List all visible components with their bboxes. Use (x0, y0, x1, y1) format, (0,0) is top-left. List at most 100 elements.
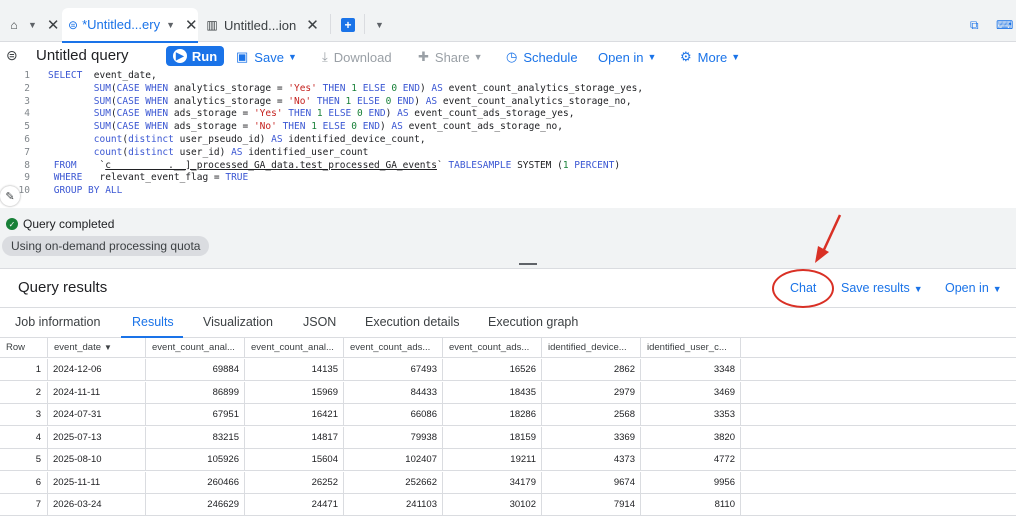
tab-job-information[interactable]: Job information (15, 315, 100, 329)
close-icon[interactable]: ✕ (306, 16, 319, 34)
table-cell[interactable]: 2862 (542, 359, 641, 381)
table-cell[interactable]: 15604 (245, 449, 344, 471)
table-cell[interactable]: 83215 (146, 426, 245, 449)
table-cell[interactable]: 2568 (542, 404, 641, 426)
table-cell[interactable]: 14135 (245, 359, 344, 381)
save-button[interactable]: ▣ Save ▼ (236, 47, 297, 67)
table-cell[interactable]: 2026-03-24 (48, 494, 146, 516)
column-header[interactable]: Row (0, 338, 48, 358)
table-cell[interactable]: 2979 (542, 381, 641, 404)
table-cell[interactable]: 3353 (641, 404, 741, 426)
page-title[interactable]: Untitled query (36, 47, 129, 64)
column-header[interactable]: event_count_ads... (443, 338, 542, 358)
table-cell[interactable]: 241103 (344, 494, 443, 516)
table-cell[interactable]: 15969 (245, 381, 344, 404)
column-header[interactable]: event_count_anal... (245, 338, 344, 358)
table-cell[interactable]: 67493 (344, 359, 443, 381)
table-cell[interactable]: 8110 (641, 494, 741, 516)
share-button[interactable]: ✚ Share ▼ (418, 47, 483, 67)
tab-execution-details[interactable]: Execution details (365, 315, 460, 329)
tab-untitled-query[interactable]: ⊜ *Untitled...ery ▼ ✕ (62, 8, 198, 43)
row-number-cell[interactable]: 6 (0, 471, 48, 494)
tab-menu-button[interactable]: ▼ (375, 8, 384, 42)
table-cell[interactable]: 19211 (443, 449, 542, 471)
save-results-button[interactable]: Save results ▼ (841, 281, 923, 295)
table-cell[interactable]: 3348 (641, 359, 741, 381)
drag-handle[interactable] (519, 263, 537, 265)
table-cell[interactable]: 9956 (641, 471, 741, 494)
table-cell[interactable]: 69884 (146, 359, 245, 381)
column-header[interactable]: identified_device... (542, 338, 641, 358)
table-cell[interactable]: 2025-08-10 (48, 449, 146, 471)
download-button[interactable]: ⤓ Download (322, 47, 392, 67)
table-cell[interactable]: 16526 (443, 359, 542, 381)
table-cell[interactable]: 66086 (344, 404, 443, 426)
line-number: 4 (24, 108, 30, 120)
table-cell[interactable]: 2024-11-11 (48, 381, 146, 404)
table-cell[interactable]: 18435 (443, 381, 542, 404)
table-cell[interactable]: 105926 (146, 449, 245, 471)
row-number-cell[interactable]: 1 (0, 359, 48, 381)
tab-execution-graph[interactable]: Execution graph (488, 315, 578, 329)
table-cell[interactable]: 3469 (641, 381, 741, 404)
table-cell[interactable]: 2025-11-11 (48, 471, 146, 494)
table-cell[interactable]: 79938 (344, 426, 443, 449)
new-tab-button[interactable]: + (341, 8, 355, 42)
column-header[interactable]: event_date ▼ (48, 338, 146, 358)
chevron-down-icon[interactable]: ▼ (166, 20, 175, 30)
table-cell[interactable]: 24471 (245, 494, 344, 516)
table-cell[interactable]: 67951 (146, 404, 245, 426)
keyboard-icon-button[interactable]: ⌨ (996, 8, 1013, 42)
row-number-cell[interactable]: 3 (0, 404, 48, 426)
tab-untitled-session[interactable]: ▥ Untitled...ion ✕ (204, 8, 324, 42)
table-cell[interactable]: 26252 (245, 471, 344, 494)
pen-icon[interactable]: ✎ (0, 186, 20, 206)
table-cell[interactable]: 260466 (146, 471, 245, 494)
more-button[interactable]: ⚙ More ▼ (680, 47, 740, 67)
table-cell[interactable]: 102407 (344, 449, 443, 471)
table-cell[interactable]: 3820 (641, 426, 741, 449)
results-open-in-button[interactable]: Open in ▼ (945, 281, 1002, 295)
table-header: Row event_date ▼ event_count_anal... even… (0, 338, 1016, 358)
run-button[interactable]: ▶ Run (166, 46, 224, 66)
tab-json[interactable]: JSON (303, 315, 336, 329)
tab-home[interactable]: ⌂ ▼ ✕ (6, 8, 60, 42)
table-cell[interactable]: 7914 (542, 494, 641, 516)
column-header[interactable]: identified_user_c... (641, 338, 741, 358)
table-cell[interactable]: 14817 (245, 426, 344, 449)
row-number-cell[interactable]: 2 (0, 381, 48, 404)
table-cell[interactable]: 18159 (443, 426, 542, 449)
table-cell[interactable]: 246629 (146, 494, 245, 516)
sql-editor[interactable]: 1 2 3 4 5 6 7 8 9 10 SELECT event_date, … (0, 70, 1016, 208)
tab-visualization[interactable]: Visualization (203, 315, 273, 329)
table-cell[interactable]: 86899 (146, 381, 245, 404)
table-cell[interactable]: 4772 (641, 449, 741, 471)
open-in-button[interactable]: Open in ▼ (598, 47, 656, 67)
close-icon[interactable]: ✕ (185, 16, 198, 34)
row-number-cell[interactable]: 7 (0, 494, 48, 516)
table-cell[interactable]: 2024-12-06 (48, 359, 146, 381)
schedule-button[interactable]: ◷ Schedule (506, 47, 578, 67)
table-cell[interactable]: 34179 (443, 471, 542, 494)
row-number-cell[interactable]: 5 (0, 449, 48, 471)
column-header[interactable]: event_count_anal... (146, 338, 245, 358)
table-cell[interactable]: 4373 (542, 449, 641, 471)
tab-results[interactable]: Results (132, 315, 174, 329)
table-cell[interactable]: 84433 (344, 381, 443, 404)
save-results-label: Save results (841, 281, 910, 295)
table-cell[interactable]: 18286 (443, 404, 542, 426)
table-cell[interactable]: 2024-07-31 (48, 404, 146, 426)
panel-icon-button[interactable]: ⧉ (970, 8, 979, 42)
table-cell[interactable]: 30102 (443, 494, 542, 516)
table-cell[interactable]: 9674 (542, 471, 641, 494)
table-cell[interactable]: 252662 (344, 471, 443, 494)
close-icon[interactable]: ✕ (47, 16, 60, 34)
row-number-cell[interactable]: 4 (0, 426, 48, 449)
chevron-down-icon[interactable]: ▼ (28, 20, 37, 30)
table-cell[interactable]: 16421 (245, 404, 344, 426)
results-header: Query results Chat Save results ▼ Open in… (0, 268, 1016, 308)
column-header[interactable]: event_count_ads... (344, 338, 443, 358)
table-cell[interactable]: 3369 (542, 426, 641, 449)
table-cell[interactable]: 2025-07-13 (48, 426, 146, 449)
table-row: 5 2025-08-10 105926 15604 102407 19211 4373 477… (0, 449, 1016, 471)
